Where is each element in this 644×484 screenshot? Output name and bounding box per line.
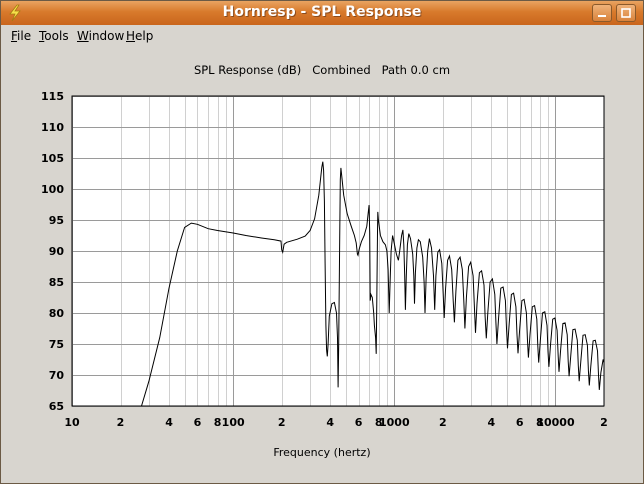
x-tick-label: 10000: [536, 416, 575, 429]
y-axis-tick-labels: 65 70 75 80 85 90 95 100 105 110 115: [41, 90, 64, 413]
x-axis-tick-labels: 10 2 4 6 8 100 2 4 6 81000 2 4 6 810000 2: [64, 416, 607, 429]
y-tick-label: 115: [41, 90, 64, 103]
y-tick-label: 105: [41, 152, 64, 165]
x-tick-label: 6: [194, 416, 202, 429]
x-tick-label: 10: [64, 416, 80, 429]
x-tick-label: 100: [222, 416, 245, 429]
x-tick-label: 2: [278, 416, 286, 429]
x-tick-label: 4: [326, 416, 334, 429]
x-tick-label: 4: [488, 416, 496, 429]
y-tick-label: 75: [49, 338, 64, 351]
y-tick-label: 80: [49, 307, 65, 320]
x-tick-label: 6: [355, 416, 363, 429]
x-tick-label: 2: [600, 416, 608, 429]
y-tick-label: 65: [49, 400, 64, 413]
x-tick-label: 1000: [379, 416, 410, 429]
y-tick-label: 95: [49, 214, 64, 227]
y-tick-label: 70: [49, 369, 65, 382]
y-tick-label: 85: [49, 276, 64, 289]
x-axis-label: Frequency (hertz): [273, 446, 371, 459]
y-tick-label: 100: [41, 183, 64, 196]
spl-response-chart: 65707580859095100105110115 10 2 4 6 8 100 2 4 6 8…: [41, 90, 608, 429]
y-tick-label: 90: [49, 245, 65, 258]
x-tick-label: 2: [117, 416, 125, 429]
x-tick-label: 2: [439, 416, 447, 429]
x-tick-label: 8: [214, 416, 222, 429]
x-tick-label: 6: [516, 416, 524, 429]
x-tick-label: 4: [165, 416, 173, 429]
y-tick-label: 110: [41, 121, 64, 134]
